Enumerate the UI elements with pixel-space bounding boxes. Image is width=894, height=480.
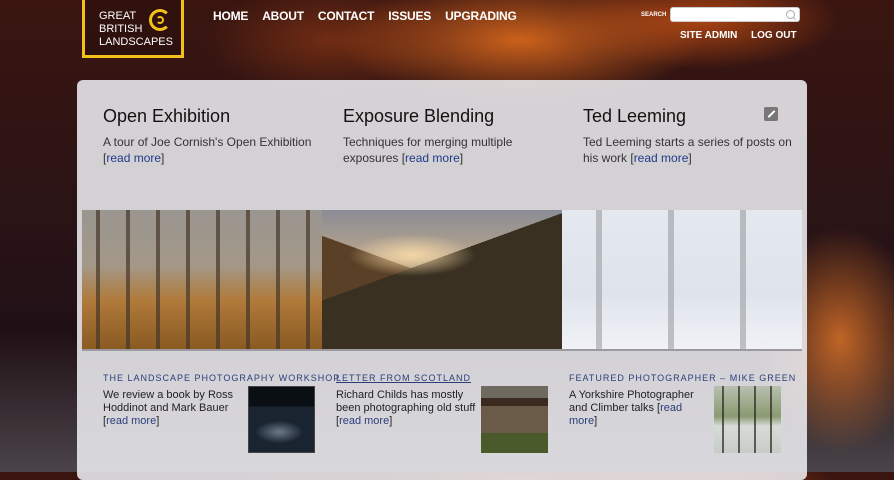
book-cover-thumbnail[interactable] [248,386,315,453]
feature-summary: Ted Leeming starts a series of posts on … [583,135,792,165]
story-summary: A Yorkshire Photographer and Climber tal… [569,389,694,427]
feature-summary: Techniques for merging multiple exposure… [343,135,513,165]
content-panel: Open Exhibition A tour of Joe Cornish's … [77,80,807,480]
main-nav: HOME ABOUT CONTACT ISSUES UPGRADING [213,9,531,23]
snowy-trees-photo[interactable] [562,210,802,349]
story-kicker[interactable]: FEATURED PHOTOGRAPHER – MIKE GREEN [569,373,796,383]
read-more-link[interactable]: read more [106,415,156,427]
site-logo[interactable]: GREAT BRITISH LANDSCAPES [82,0,184,58]
feature-title[interactable]: Ted Leeming [583,106,793,127]
feature-summary: A tour of Joe Cornish's Open Exhibition … [103,135,312,165]
nav-about[interactable]: ABOUT [262,9,304,23]
feature-text: A tour of Joe Cornish's Open Exhibition [103,135,312,149]
edit-icon[interactable] [764,107,778,121]
site-admin-link[interactable]: SITE ADMIN [680,30,737,41]
logo-line-3: LANDSCAPES [99,36,173,48]
nav-home[interactable]: HOME [213,9,248,23]
search-label: SEARCH [641,12,667,18]
read-more-link[interactable]: read more [339,415,389,427]
flooded-trees-thumbnail[interactable] [714,386,781,453]
search-icon[interactable] [786,10,795,19]
nav-issues[interactable]: ISSUES [388,9,431,23]
nav-contact[interactable]: CONTACT [318,9,375,23]
feature-ted-leeming: Ted Leeming Ted Leeming starts a series … [583,106,793,166]
shed-thumbnail[interactable] [481,386,548,453]
feature-title[interactable]: Exposure Blending [343,106,553,127]
valley-photo[interactable] [322,210,562,349]
story-summary: We review a book by Ross Hoddinot and Ma… [103,389,234,427]
section-divider [82,349,802,351]
story-text: We review a book by Ross Hoddinot and Ma… [103,389,234,414]
feature-open-exhibition: Open Exhibition A tour of Joe Cornish's … [103,106,313,166]
search-input[interactable] [671,11,789,25]
read-more-link[interactable]: read more [634,151,689,165]
read-more-link[interactable]: read more [106,151,161,165]
feature-exposure-blending: Exposure Blending Techniques for merging… [343,106,553,166]
feature-text: Ted Leeming starts a series of posts on … [583,135,792,165]
story-letter-from-scotland: LETTER FROM SCOTLAND Richard Childs has … [336,373,476,428]
spiral-logo-icon [149,9,171,31]
log-out-link[interactable]: LOG OUT [751,30,797,41]
story-summary: Richard Childs has mostly been photograp… [336,389,476,427]
story-kicker[interactable]: THE LANDSCAPE PHOTOGRAPHY WORKSHOP [103,373,340,383]
story-kicker[interactable]: LETTER FROM SCOTLAND [336,373,476,383]
search-box [670,7,800,25]
story-text: Richard Childs has mostly been photograp… [336,389,476,414]
forest-photo[interactable] [82,210,322,349]
feature-title[interactable]: Open Exhibition [103,106,313,127]
read-more-link[interactable]: read more [405,151,460,165]
nav-upgrading[interactable]: UPGRADING [445,9,517,23]
